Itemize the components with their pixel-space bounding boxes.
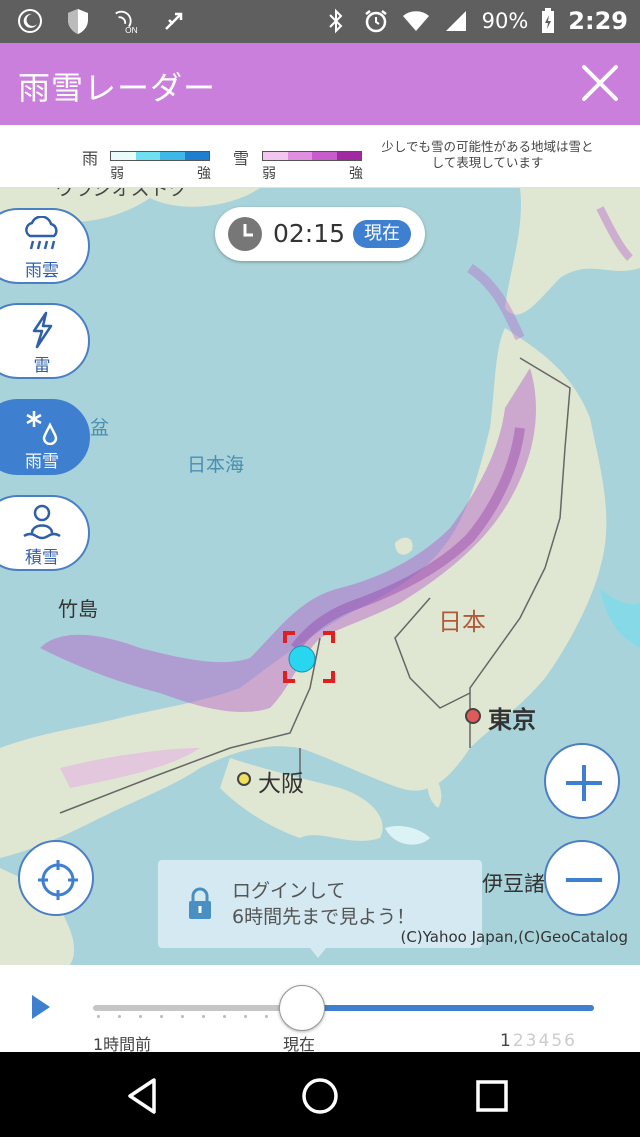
osaka-label: 大阪	[258, 771, 304, 797]
rain-strong-label: 強	[197, 166, 211, 182]
minus-icon	[566, 878, 602, 882]
nfc-on-icon: ON	[112, 6, 140, 36]
basin-label: 盆	[90, 417, 110, 439]
play-button[interactable]	[32, 995, 50, 1019]
lightning-button[interactable]: 雷	[0, 303, 90, 379]
login-text-line1: ログインして	[232, 880, 346, 902]
hours-ahead: 123456	[500, 1031, 577, 1051]
status-bar: ON 90% 2:29	[0, 0, 640, 43]
close-button[interactable]	[578, 61, 622, 105]
bluetooth-icon	[322, 6, 350, 36]
snow-rain-icon	[26, 411, 58, 445]
radar-map[interactable]: ウラジオストク 盆 日本海 竹島 日本 東京 大阪 伊豆諸 02:15 現在 雨…	[0, 188, 640, 965]
timeline-future-track[interactable]	[300, 1005, 594, 1011]
home-button[interactable]	[298, 1074, 342, 1118]
usb-icon	[160, 6, 188, 36]
signal-icon	[442, 6, 470, 36]
legend: 雨 弱 強 雪 弱 強 少しでも雪の可能性がある地域は雪として表現しています	[0, 125, 640, 188]
recents-button[interactable]	[472, 1076, 512, 1116]
clock-icon	[228, 217, 262, 251]
hour-5: 5	[551, 1031, 565, 1051]
rain-legend-label: 雨	[82, 149, 99, 168]
tokyo-label: 東京	[488, 706, 536, 734]
back-button[interactable]	[118, 1074, 168, 1118]
legend-note: 少しでも雪の可能性がある地域は雪として表現しています	[381, 139, 594, 170]
recents-icon	[476, 1080, 508, 1112]
timeline-slider-knob[interactable]	[279, 985, 325, 1031]
snow-depth-label: 積雪	[25, 548, 59, 568]
crosshair-icon	[38, 860, 78, 900]
hour-4: 4	[538, 1031, 552, 1051]
snowman-icon	[23, 504, 61, 540]
time-indicator: 02:15 現在	[215, 207, 425, 261]
wifi-icon	[402, 6, 430, 36]
zoom-out-button[interactable]	[544, 840, 620, 916]
osaka-marker	[237, 772, 251, 786]
plus-icon	[566, 765, 602, 801]
back-icon	[128, 1078, 156, 1114]
close-icon	[582, 65, 618, 101]
rain-scale-bar	[110, 151, 210, 161]
snow-weak-label: 弱	[262, 166, 276, 182]
rain-cloud-icon	[25, 216, 58, 250]
lightning-label: 雷	[33, 356, 51, 376]
vladivostok-label: ウラジオストク	[55, 188, 188, 200]
japan-label: 日本	[438, 608, 486, 636]
timeline-bar: 1時間前 現在 123456	[0, 965, 640, 1054]
tokyo-marker	[465, 708, 481, 724]
battery-percent: 90%	[481, 9, 529, 33]
hour-6: 6	[564, 1031, 577, 1051]
login-text-line2: 6時間先まで見よう！	[232, 906, 416, 928]
home-icon	[302, 1078, 338, 1114]
izu-label: 伊豆諸	[482, 872, 545, 896]
hour-2: 2	[512, 1031, 526, 1051]
lock-icon	[189, 887, 211, 919]
snow-depth-button[interactable]: 積雪	[0, 495, 90, 571]
snow-rain-label: 雨雪	[25, 452, 59, 472]
takeshima-label: 竹島	[58, 597, 98, 621]
current-location-marker	[283, 631, 335, 683]
snow-legend-label: 雪	[233, 149, 250, 168]
zoom-in-button[interactable]	[544, 743, 620, 819]
sea-of-japan-label: 日本海	[187, 454, 245, 476]
svg-text:ON: ON	[125, 25, 138, 35]
shield-icon	[64, 6, 92, 36]
hour-1[interactable]: 1	[500, 1031, 513, 1051]
rain-cloud-label: 雨雲	[25, 261, 59, 281]
snow-strong-label: 強	[349, 166, 363, 182]
timeline-past-track[interactable]	[93, 1005, 303, 1011]
hour-3: 3	[525, 1031, 539, 1051]
target-icon	[283, 631, 335, 683]
copyright: (C)Yahoo Japan,(C)GeoCatalog	[400, 928, 628, 946]
map-background	[0, 188, 640, 965]
battery-icon	[540, 6, 556, 36]
alarm-icon	[362, 6, 390, 36]
rain-weak-label: 弱	[110, 166, 124, 182]
snow-rain-button[interactable]: 雨雪	[0, 399, 90, 475]
system-nav-bar	[0, 1052, 640, 1137]
app-header: 雨雪レーダー	[0, 43, 640, 125]
radar-time: 02:15	[273, 219, 346, 248]
rain-cloud-button[interactable]: 雨雲	[0, 208, 90, 284]
moon-icon	[16, 6, 44, 36]
snow-scale-bar	[262, 151, 362, 161]
now-badge: 現在	[353, 220, 411, 248]
locate-button[interactable]	[18, 840, 94, 916]
clock-time: 2:29	[568, 7, 628, 35]
lightning-icon	[32, 311, 53, 349]
page-title: 雨雪レーダー	[18, 69, 217, 107]
